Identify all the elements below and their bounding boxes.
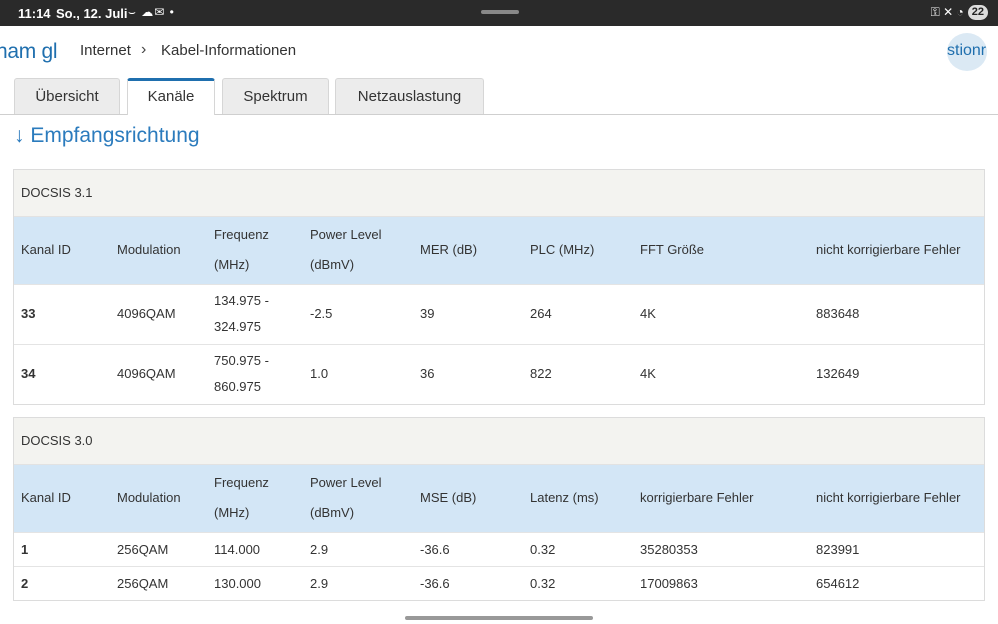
- table-row: 33 4096QAM 134.975 - 324.975 -2.5 39 264…: [14, 283, 984, 344]
- cell-power-level: -2.5: [303, 283, 413, 344]
- cell-plc: 264: [523, 283, 633, 344]
- cell-modulation: 256QAM: [110, 531, 207, 566]
- cell-power-level: 1.0: [303, 343, 413, 404]
- column-header: PLC (MHz): [530, 242, 595, 258]
- column-header: Power Level (dBmV): [310, 475, 382, 521]
- clock: 11:14: [18, 6, 51, 21]
- chevron-right-icon: ›: [141, 41, 147, 58]
- table-header-row: Kanal ID Modulation Frequenz (MHz) Power…: [14, 217, 984, 284]
- column-header: korrigierbare Fehler: [640, 490, 754, 506]
- docsis31-table: Kanal ID Modulation Frequenz (MHz) Power…: [14, 217, 984, 404]
- column-header: Modulation: [117, 490, 181, 506]
- system-icons: ⚿ ✕ ◔ 22: [931, 5, 988, 20]
- column-header: MER (dB): [420, 242, 478, 258]
- cell-kanal-id: 33: [14, 283, 110, 344]
- column-header: Frequenz (MHz): [214, 227, 269, 273]
- column-header: Latenz (ms): [530, 490, 599, 506]
- cell-power-level: 2.9: [303, 565, 413, 600]
- docsis30-table-card: DOCSIS 3.0 Kanal ID Modulation Frequenz …: [13, 417, 985, 601]
- cell-mse: -36.6: [413, 531, 523, 566]
- table-row: 1 256QAM 114.000 2.9 -36.6 0.32 35280353…: [14, 531, 984, 566]
- brand-logo[interactable]: ham gl: [0, 40, 58, 64]
- cell-latenz: 0.32: [523, 531, 633, 566]
- tab-bar: Übersicht Kanäle Spektrum Netzauslastung: [0, 78, 998, 115]
- notification-icons: ⌣ ☁✉ •: [128, 5, 175, 19]
- cell-frequenz: 134.975 - 324.975: [207, 283, 303, 344]
- user-avatar-button[interactable]: stionr: [947, 33, 987, 71]
- cell-uncorrectable: 823991: [809, 531, 984, 566]
- column-header: nicht korrigierbare Fehler: [816, 242, 961, 258]
- cell-correctable: 17009863: [633, 565, 809, 600]
- table-header-row: Kanal ID Modulation Frequenz (MHz) Power…: [14, 465, 984, 532]
- cell-latenz: 0.32: [523, 565, 633, 600]
- cell-modulation: 256QAM: [110, 565, 207, 600]
- cell-uncorrectable: 654612: [809, 565, 984, 600]
- cell-fft: 4K: [633, 343, 809, 404]
- cell-mer: 36: [413, 343, 523, 404]
- tab-uebersicht[interactable]: Übersicht: [14, 78, 120, 114]
- cell-power-level: 2.9: [303, 531, 413, 566]
- tab-spektrum[interactable]: Spektrum: [222, 78, 329, 114]
- column-header: Kanal ID: [21, 242, 71, 258]
- cell-frequenz: 130.000: [207, 565, 303, 600]
- date: So., 12. Juli: [56, 6, 128, 21]
- column-header: Kanal ID: [21, 490, 71, 506]
- cell-frequenz: 114.000: [207, 531, 303, 566]
- cell-kanal-id: 2: [14, 565, 110, 600]
- cell-uncorrectable: 132649: [809, 343, 984, 404]
- column-header: nicht korrigierbare Fehler: [816, 490, 961, 506]
- column-header: Frequenz (MHz): [214, 475, 269, 521]
- cell-plc: 822: [523, 343, 633, 404]
- system-status-bar: 11:14 So., 12. Juli ⌣ ☁✉ • ⚿ ✕ ◔ 22: [0, 0, 998, 26]
- home-indicator[interactable]: [405, 616, 593, 620]
- table-row: 2 256QAM 130.000 2.9 -36.6 0.32 17009863…: [14, 565, 984, 600]
- drag-handle[interactable]: [481, 10, 519, 14]
- system-status-icons: ⚿ ✕ ◔: [930, 5, 964, 19]
- app-header: ham gl Internet › Kabel-Informationen st…: [0, 26, 998, 78]
- column-header: MSE (dB): [420, 490, 477, 506]
- cell-modulation: 4096QAM: [110, 343, 207, 404]
- cell-mer: 39: [413, 283, 523, 344]
- cell-mse: -36.6: [413, 565, 523, 600]
- cell-kanal-id: 1: [14, 531, 110, 566]
- breadcrumb-kabel-informationen: Kabel-Informationen: [161, 42, 297, 59]
- battery-icon: 22: [967, 5, 988, 20]
- section-title-downstream: ↓ Empfangsrichtung: [14, 124, 200, 147]
- docsis31-title: DOCSIS 3.1: [14, 170, 984, 217]
- column-header: Power Level (dBmV): [310, 227, 382, 273]
- cell-kanal-id: 34: [14, 343, 110, 404]
- docsis30-table: Kanal ID Modulation Frequenz (MHz) Power…: [14, 465, 984, 600]
- avatar-label: stionr: [947, 42, 987, 59]
- column-header: Modulation: [117, 242, 181, 258]
- cell-uncorrectable: 883648: [809, 283, 984, 344]
- column-header: FFT Größe: [640, 242, 705, 258]
- tab-netzauslastung[interactable]: Netzauslastung: [335, 78, 484, 114]
- docsis31-table-card: DOCSIS 3.1 Kanal ID Modulation Frequenz …: [13, 169, 985, 405]
- cell-fft: 4K: [633, 283, 809, 344]
- tab-kanaele[interactable]: Kanäle: [127, 78, 215, 115]
- cell-correctable: 35280353: [633, 531, 809, 566]
- cell-modulation: 4096QAM: [110, 283, 207, 344]
- breadcrumb-internet[interactable]: Internet: [80, 42, 131, 59]
- docsis30-title: DOCSIS 3.0: [14, 418, 984, 465]
- table-row: 34 4096QAM 750.975 - 860.975 1.0 36 822 …: [14, 343, 984, 404]
- cell-frequenz: 750.975 - 860.975: [207, 343, 303, 404]
